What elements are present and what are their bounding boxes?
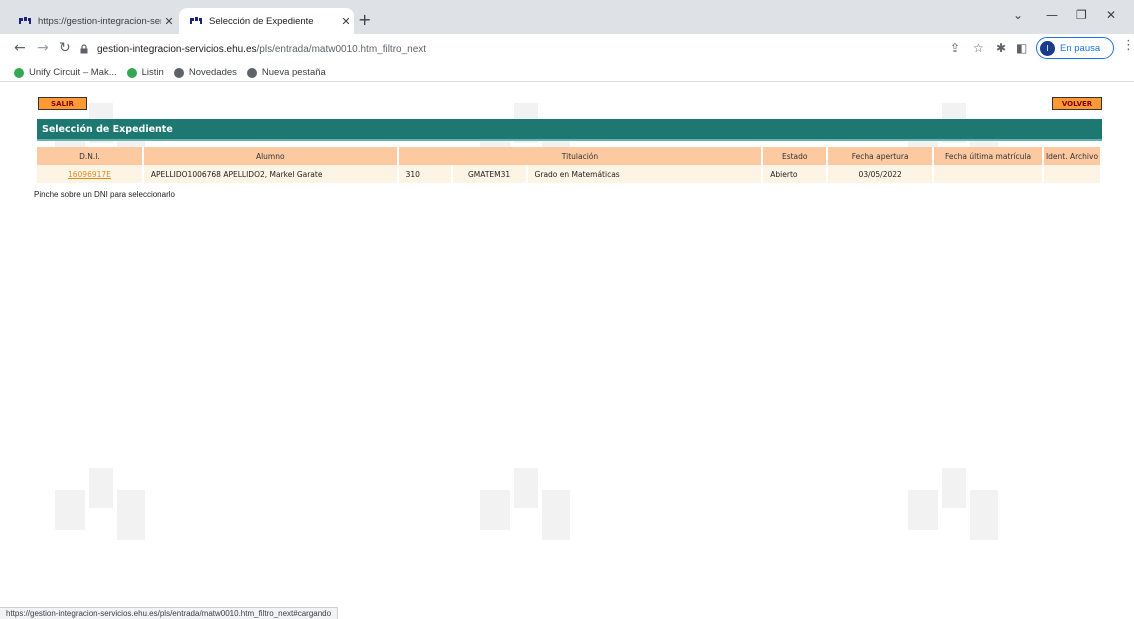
bookmark-label: Listin bbox=[141, 67, 164, 78]
browser-toolbar: ← → ↻ gestion-integracion-servicios.ehu.… bbox=[0, 34, 1134, 64]
globe-icon bbox=[246, 67, 257, 78]
close-window-icon[interactable]: ✕ bbox=[1106, 8, 1116, 22]
watermark-logo bbox=[908, 468, 998, 563]
ehu-logo-icon bbox=[189, 16, 203, 26]
watermark-logo bbox=[55, 468, 145, 563]
salir-button[interactable]: SALIR bbox=[38, 97, 87, 110]
new-tab-button[interactable]: + bbox=[358, 12, 371, 28]
fecha-apertura-cell: 03/05/2022 bbox=[827, 165, 935, 183]
avatar: I bbox=[1040, 40, 1055, 56]
tab-gestion[interactable]: https://gestion-integracion-servi ✕ bbox=[10, 8, 177, 34]
profile-button[interactable]: I En pausa bbox=[1036, 37, 1114, 59]
dni-cell: 16096917E bbox=[37, 165, 144, 183]
volver-button[interactable]: VOLVER bbox=[1052, 97, 1102, 110]
green-circle-icon bbox=[126, 67, 137, 78]
titulacion-code-cell: 310 bbox=[397, 165, 453, 183]
page-content: SALIR VOLVER Selección de Expediente D.N… bbox=[0, 83, 1134, 601]
status-bar: https://gestion-integracion-servicios.eh… bbox=[0, 607, 339, 619]
url-host: gestion-integracion-servicios.ehu.es bbox=[97, 43, 257, 55]
tab-seleccion-expediente[interactable]: Selección de Expediente ✕ bbox=[179, 8, 354, 34]
side-panel-icon[interactable]: ◧ bbox=[1016, 42, 1027, 54]
tab-strip: https://gestion-integracion-servi ✕ Sele… bbox=[0, 0, 1134, 34]
column-header-fecha-ultima-matricula: Fecha última matrícula bbox=[933, 147, 1045, 165]
close-tab-icon[interactable]: ✕ bbox=[161, 15, 177, 28]
url-path: /pls/entrada/matw0010.htm_filtro_next bbox=[256, 43, 427, 55]
globe-icon bbox=[173, 67, 184, 78]
lock-icon bbox=[80, 44, 88, 54]
table-header-row: D.N.I. Alumno Titulación Estado Fecha ap… bbox=[37, 147, 1102, 165]
minimize-icon[interactable]: — bbox=[1046, 8, 1058, 22]
tab-title: https://gestion-integracion-servi bbox=[38, 15, 161, 27]
bookmark-listin[interactable]: Listin bbox=[126, 67, 164, 78]
profile-status: En pausa bbox=[1060, 42, 1101, 54]
bookmark-label: Unify Circuit – Mak... bbox=[29, 67, 117, 78]
back-arrow-icon[interactable]: ← bbox=[14, 40, 26, 56]
green-circle-icon bbox=[14, 67, 24, 78]
titulacion-name-cell: Grado en Matemáticas bbox=[526, 165, 764, 183]
dni-link[interactable]: 16096917E bbox=[68, 170, 111, 179]
fecha-ultima-matricula-cell bbox=[933, 165, 1045, 183]
tab-title: Selección de Expediente bbox=[209, 15, 314, 27]
column-header-fecha-apertura: Fecha apertura bbox=[827, 147, 935, 165]
more-menu-icon[interactable]: ⋮ bbox=[1122, 38, 1134, 53]
bookmark-unify-circuit[interactable]: Unify Circuit – Mak... bbox=[14, 67, 117, 78]
extensions-icon[interactable]: ✱ bbox=[996, 42, 1006, 54]
table-row: 16096917E APELLIDO1006768 APELLIDO2, Mar… bbox=[37, 165, 1102, 183]
column-header-titulacion: Titulación bbox=[397, 147, 764, 165]
bookmark-nueva-pestana[interactable]: Nueva pestaña bbox=[246, 67, 326, 78]
close-tab-icon[interactable]: ✕ bbox=[338, 15, 354, 28]
bookmarks-bar: Unify Circuit – Mak... Listin Novedades … bbox=[0, 64, 1134, 82]
restore-icon[interactable]: ❐ bbox=[1076, 8, 1087, 22]
titulacion-plan-cell: GMATEM31 bbox=[451, 165, 528, 183]
ident-archivo-cell bbox=[1043, 165, 1102, 183]
ehu-logo-icon bbox=[18, 16, 32, 26]
address-bar[interactable]: gestion-integracion-servicios.ehu.es/pls… bbox=[79, 38, 879, 60]
column-header-dni: D.N.I. bbox=[37, 147, 144, 165]
reload-icon[interactable]: ↻ bbox=[59, 40, 71, 56]
page-title: Selección de Expediente bbox=[37, 119, 1102, 141]
column-header-alumno: Alumno bbox=[142, 147, 399, 165]
column-header-estado: Estado bbox=[762, 147, 829, 165]
tab-search-chevron-icon[interactable]: ⌄ bbox=[1013, 8, 1023, 22]
column-header-ident-archivo: Ident. Archivo bbox=[1043, 147, 1102, 165]
bookmark-label: Novedades bbox=[188, 67, 237, 78]
hint-text: Pinche sobre un DNI para seleccionarlo bbox=[34, 190, 175, 199]
bookmark-label: Nueva pestaña bbox=[261, 67, 326, 78]
share-icon[interactable]: ⇪ bbox=[950, 42, 960, 54]
expedientes-table: D.N.I. Alumno Titulación Estado Fecha ap… bbox=[37, 147, 1102, 183]
bookmark-star-icon[interactable]: ☆ bbox=[973, 42, 984, 54]
alumno-cell: APELLIDO1006768 APELLIDO2, Markel Garate bbox=[142, 165, 399, 183]
watermark-logo bbox=[480, 468, 570, 563]
bookmark-novedades[interactable]: Novedades bbox=[173, 67, 237, 78]
forward-arrow-icon[interactable]: → bbox=[37, 40, 49, 56]
estado-cell: Abierto bbox=[762, 165, 829, 183]
